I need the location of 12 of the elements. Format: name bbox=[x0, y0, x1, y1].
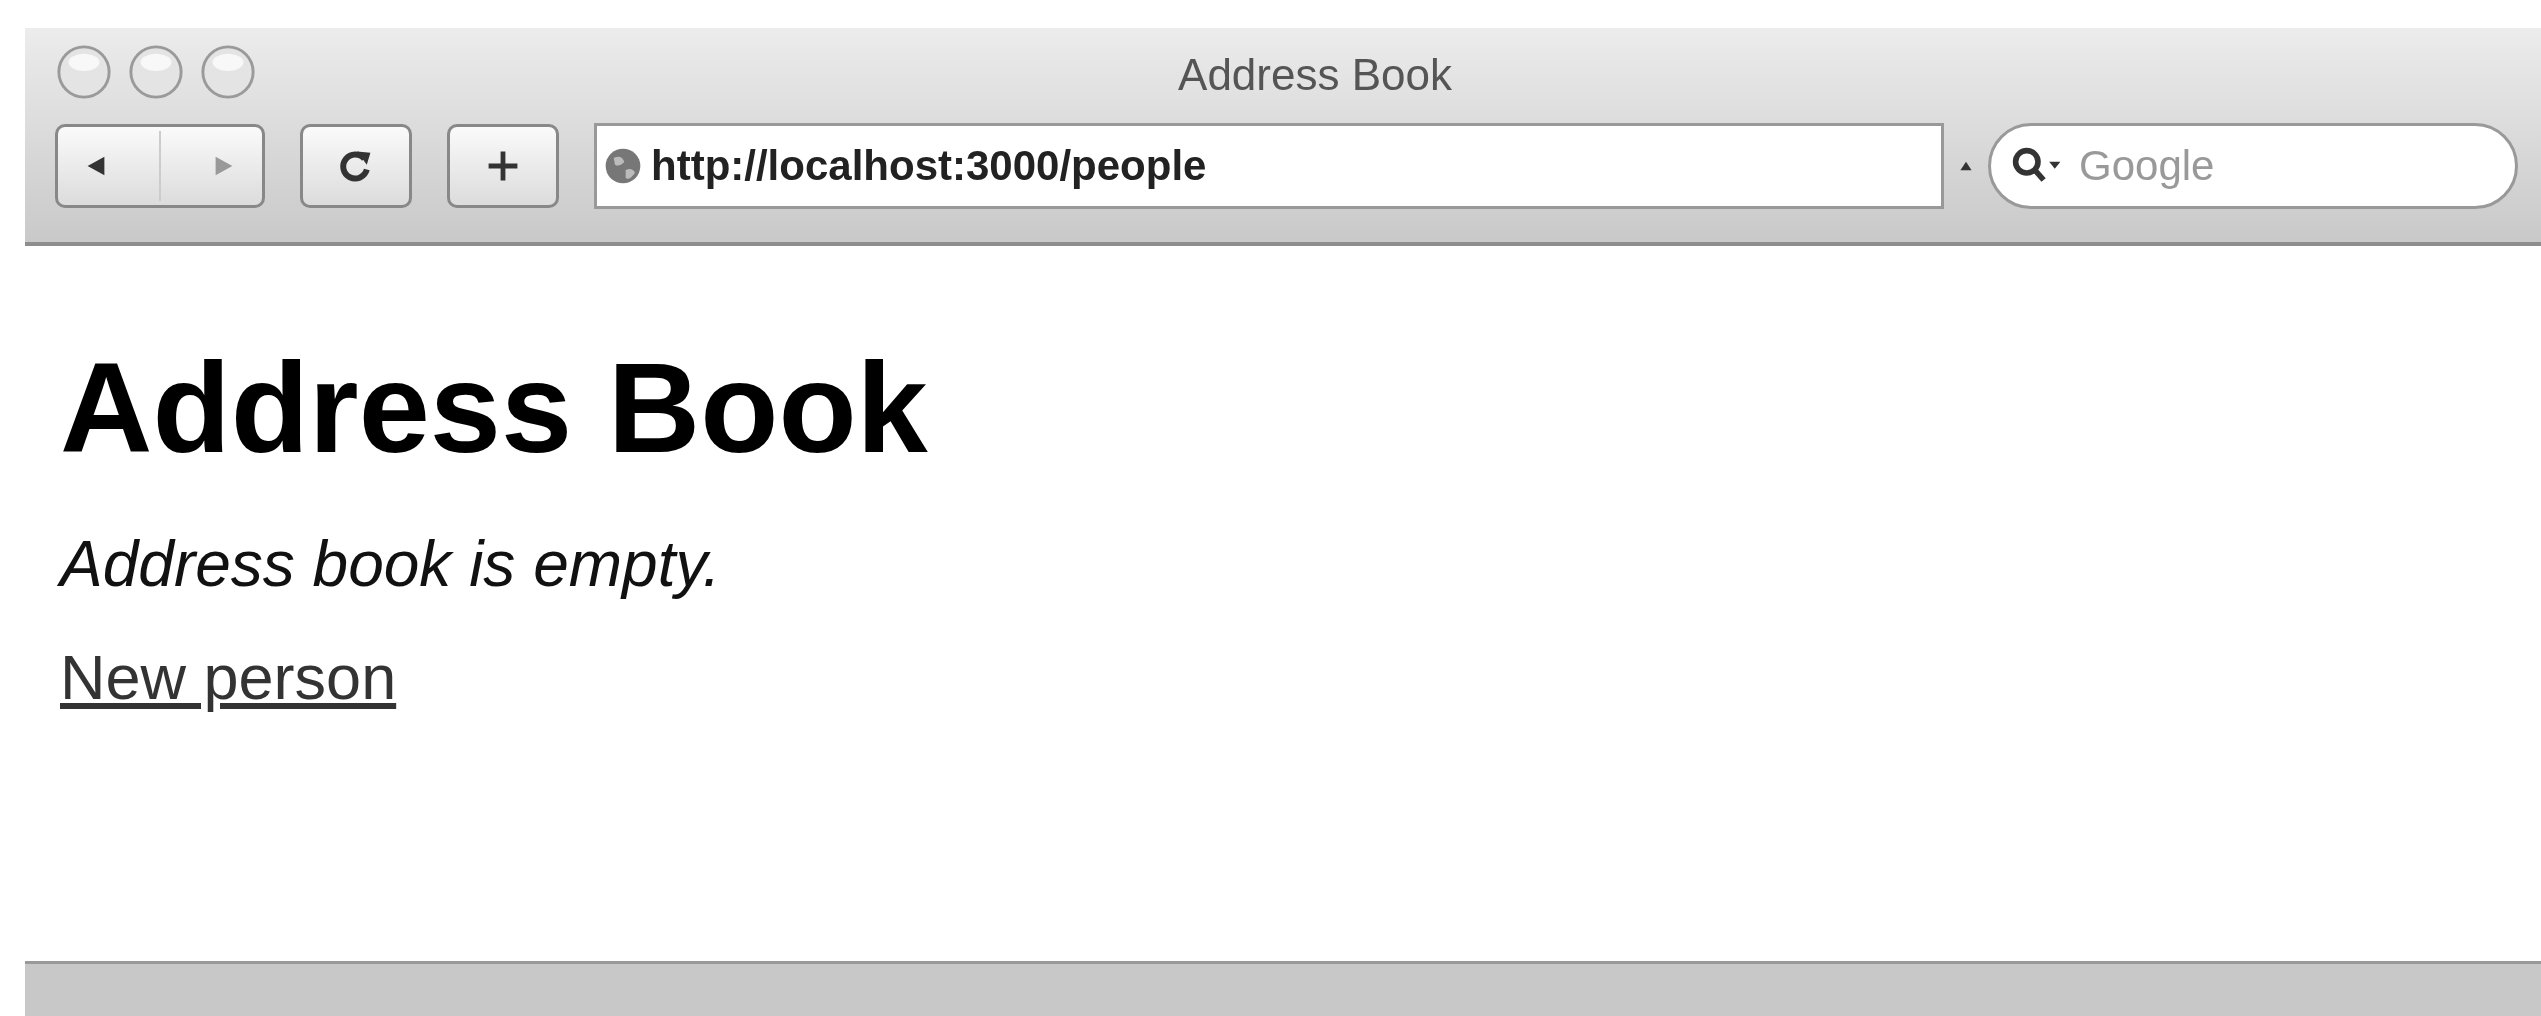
url-text: http://localhost:3000/people bbox=[651, 142, 1207, 190]
page-heading: Address Book bbox=[60, 338, 928, 479]
globe-icon bbox=[603, 146, 643, 186]
window-control-icon[interactable] bbox=[199, 43, 257, 101]
new-person-link[interactable]: New person bbox=[60, 640, 397, 713]
add-bookmark-button[interactable] bbox=[447, 124, 559, 208]
window-control-icon[interactable] bbox=[127, 43, 185, 101]
window-control-icon[interactable] bbox=[55, 43, 113, 101]
reload-button[interactable] bbox=[300, 124, 412, 208]
window-title: Address Book bbox=[1178, 50, 1452, 100]
search-field[interactable]: Google bbox=[1988, 123, 2518, 209]
address-field[interactable]: http://localhost:3000/people bbox=[594, 123, 1944, 209]
